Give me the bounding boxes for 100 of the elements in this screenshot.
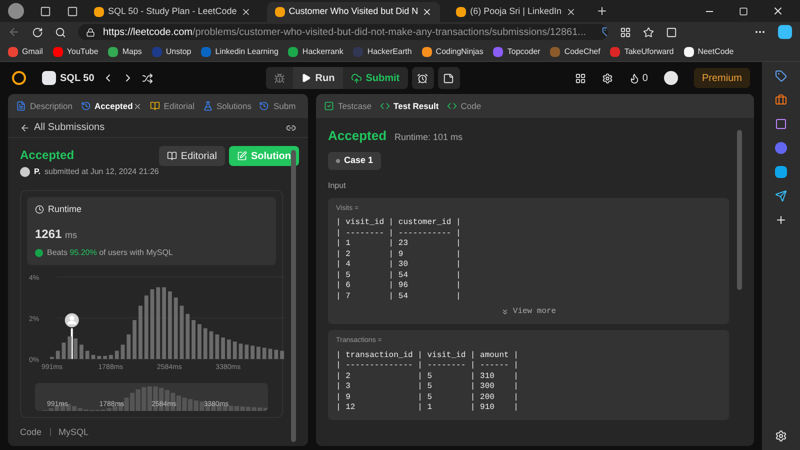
alarm-clock-glyph-icon (417, 72, 428, 84)
settings-icon[interactable] (775, 430, 787, 442)
back-icon[interactable] (8, 26, 20, 38)
browser-tab[interactable]: (6) Pooja Sri | LinkedIn (448, 2, 584, 22)
bookmark-link[interactable]: Maps (108, 46, 142, 58)
histogram-bar (244, 344, 249, 358)
play-icon (301, 73, 312, 83)
grid-icon[interactable] (575, 72, 586, 84)
tab-title: (6) Pooja Sri | LinkedIn (470, 5, 562, 18)
histogram-bar (114, 350, 119, 358)
histogram-bar (238, 343, 243, 358)
histogram-bar (109, 354, 113, 358)
briefcase-icon[interactable] (775, 94, 787, 106)
scrollbar[interactable] (737, 130, 742, 290)
panel-tab[interactable]: Subm (255, 94, 300, 118)
code-icon (446, 101, 457, 111)
bookmark-link[interactable]: YouTube (52, 46, 98, 58)
histogram-bar (186, 313, 190, 358)
submit-button[interactable]: Submit (342, 67, 408, 89)
link-icon[interactable] (286, 122, 296, 132)
bookmark-link[interactable]: Gmail (8, 46, 43, 58)
table-line: | 9 | 5 | 200 | (336, 392, 520, 403)
send-icon[interactable] (775, 190, 787, 202)
panel-tab[interactable]: Testcase (320, 94, 376, 118)
clock-icon (35, 205, 44, 214)
avatar-icon[interactable] (664, 71, 678, 85)
beats-text: Beats 95.20% of users with MySQL (47, 246, 173, 258)
note-glyph-icon (443, 72, 454, 84)
favorites-icon[interactable] (643, 26, 654, 38)
panel-tab[interactable]: Editorial (146, 94, 199, 118)
address-bar[interactable]: https://leetcode.com/problems/customer-who-visited-but-did-not-make-any-transactions/submissions/12861... (78, 24, 608, 40)
histogram-bar (180, 305, 184, 358)
runtime-label: Runtime (35, 203, 268, 216)
table-line: | 2 | 9 | (336, 250, 462, 260)
histogram-bar (168, 290, 172, 358)
close-tab-icon[interactable] (240, 7, 251, 17)
browser-tab[interactable]: SQL 50 - Study Plan - LeetCode (86, 2, 259, 22)
profile-avatar-icon[interactable] (8, 3, 24, 19)
submitted-time: submitted at Jun 12, 2024 21:26 (44, 166, 159, 178)
panel-tab[interactable]: Solutions (198, 94, 256, 118)
logo-icon[interactable] (12, 71, 26, 85)
table-line: | 6 | 96 | (336, 281, 462, 292)
split-screen-icon[interactable] (620, 26, 631, 38)
bookmark-link[interactable]: TakeUforward (610, 46, 674, 58)
browser-tab[interactable]: Customer Who Visited but Did N (266, 2, 440, 22)
bookmark-link[interactable]: HackerEarth (353, 46, 412, 58)
tab-title: SQL 50 - Study Plan - LeetCode (108, 5, 237, 18)
histogram-bar (227, 339, 231, 358)
histogram-bar (144, 294, 148, 358)
close-tab-icon[interactable] (566, 7, 576, 17)
panel-tab[interactable]: Code (442, 94, 486, 118)
site-icon (274, 7, 285, 17)
close-tab-icon[interactable] (422, 7, 432, 17)
all-submissions-link[interactable]: All Submissions (20, 120, 105, 135)
search-icon[interactable] (55, 26, 66, 38)
bookmark-link[interactable]: Unstop (152, 46, 192, 58)
history-icon (80, 101, 91, 111)
bookmark-link[interactable]: CodeChef (550, 46, 600, 58)
premium-button[interactable]: Premium (694, 68, 750, 88)
site-icon (94, 7, 104, 17)
tag-icon[interactable] (775, 70, 787, 82)
shuffle-icon[interactable] (142, 72, 154, 84)
debug-icon[interactable] (274, 72, 286, 84)
histogram-bar (280, 350, 284, 358)
table-line: | transaction_id | visit_id | amount | (336, 350, 520, 361)
panel-tab[interactable]: Test Result (376, 94, 443, 118)
scrollbar[interactable] (291, 150, 296, 442)
bookmark-link[interactable]: Topcoder (493, 46, 540, 58)
histogram-bar (232, 341, 237, 358)
back-arrow-icon (20, 122, 30, 132)
histogram-bar (132, 320, 136, 358)
maximize-icon[interactable] (739, 6, 748, 16)
problem-list-button[interactable]: SQL 50 (42, 70, 94, 86)
close-icon[interactable] (772, 5, 784, 17)
histogram-bar (150, 288, 154, 358)
editorial-button[interactable]: Editorial (158, 146, 225, 166)
histogram-bar (156, 286, 160, 358)
bookmark-link[interactable]: NeetCode (684, 46, 734, 58)
panel-tab[interactable]: Description (12, 94, 77, 118)
author-name[interactable]: P. (34, 166, 41, 178)
view-more-button[interactable]: View more (500, 306, 556, 318)
table-line: | 12 | 1 | 910 | (336, 403, 520, 414)
bookmark-link[interactable]: Linkedin Learning (201, 46, 278, 58)
table-line: | 1 | 23 | (336, 239, 462, 250)
histogram-bar (138, 305, 142, 358)
histogram-bar (221, 336, 225, 358)
reload-icon[interactable] (32, 26, 43, 38)
add-icon[interactable] (775, 214, 787, 226)
streak-counter[interactable]: 0 (629, 70, 648, 86)
case-tab[interactable]: Case 1 (328, 152, 382, 170)
run-button[interactable]: Run (293, 67, 343, 89)
table-line: | 2 | 5 | 310 | (336, 372, 520, 382)
bookmark-link[interactable]: CodingNinjas (422, 46, 484, 58)
panel-tab[interactable]: Accepted (76, 94, 137, 118)
input-label: Input (328, 180, 347, 192)
bookmark-link[interactable]: Hackerrank (288, 46, 344, 58)
alarm-clock-icon[interactable] (412, 67, 434, 89)
settings-icon[interactable] (602, 72, 614, 84)
new-tab-icon[interactable] (596, 5, 608, 17)
note-icon[interactable] (438, 67, 460, 89)
